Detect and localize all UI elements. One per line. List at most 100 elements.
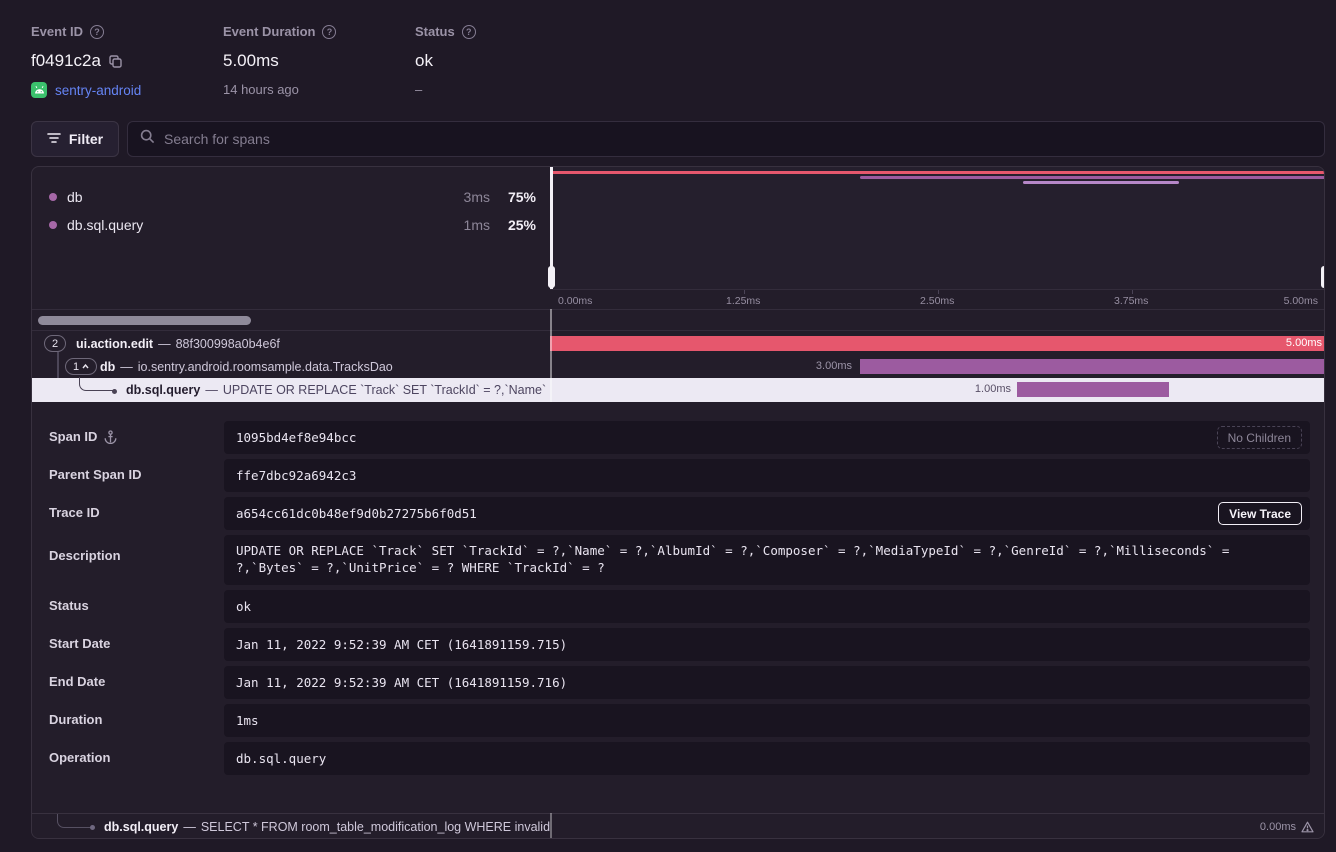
status-sub: – [415,82,476,97]
parent-span-id-label: Parent Span ID [49,467,141,482]
event-age: 14 hours ago [223,82,336,97]
span-search[interactable] [127,121,1325,157]
children-count-badge[interactable]: 2 [44,335,66,352]
event-duration-label: Event Duration [223,24,315,39]
status-field-label: Status [49,598,89,613]
end-date-label: End Date [49,674,105,689]
copy-icon[interactable] [109,55,122,68]
trace-id-field: a654cc61dc0b48ef9d0b27275b6f0d51 View Tr… [224,497,1310,530]
status-block: Status ? ok – [415,24,476,97]
minimap-right-handle[interactable] [1324,167,1326,289]
time-axis: 0.00ms 1.25ms 2.50ms 3.75ms 5.00ms [550,289,1325,309]
span-row-db-sql-query-select[interactable]: db.sql.query — SELECT * FROM room_table_… [32,813,1324,839]
filter-button[interactable]: Filter [31,121,119,157]
op-color-dot [49,221,57,229]
span-row-db-sql-query-selected[interactable]: db.sql.query — UPDATE OR REPLACE `Track`… [32,378,1324,402]
span-duration: 5.00ms [1286,336,1322,351]
minimap-span-ui-action-edit [550,171,1325,174]
op-name: db [67,189,83,205]
duration-field: 1ms [224,704,1310,737]
children-count-badge[interactable]: 1 [65,358,97,375]
span-row-db[interactable]: 1 db — io.sentry.android.roomsample.data… [32,355,1324,378]
event-id-value: f0491c2a [31,51,101,71]
span-op: ui.action.edit [76,337,153,351]
op-percent: 75% [500,189,536,205]
start-date-label: Start Date [49,636,110,651]
span-duration: 3.00ms [800,359,852,374]
tree-connector-dot [112,389,117,394]
op-name: db.sql.query [67,217,143,233]
warning-icon [1301,821,1314,833]
span-duration: 1.00ms [956,382,1011,397]
separator: — [158,337,171,351]
separator: — [183,820,196,834]
span-op: db [100,360,115,374]
project-link[interactable]: sentry-android [55,83,141,98]
span-bar-ui-action-edit[interactable]: 5.00ms [550,336,1325,351]
duration-value: 1ms [236,713,259,728]
search-input[interactable] [164,131,1312,147]
anchor-icon[interactable] [104,430,117,444]
span-desc: UPDATE OR REPLACE `Track` SET `TrackId` … [223,383,550,397]
parent-span-id-field: ffe7dbc92a6942c3 [224,459,1310,492]
op-breakdown-legend: db 3ms 75% db.sql.query 1ms 25% [32,167,550,309]
operation-field: db.sql.query [224,742,1310,775]
minimap-left-handle[interactable] [550,167,553,289]
trace-id-value: a654cc61dc0b48ef9d0b27275b6f0d51 [236,506,477,521]
tree-connector-dot [90,825,95,830]
window-guide-left [550,813,552,839]
axis-tick-label: 2.50ms [920,295,954,307]
description-field: UPDATE OR REPLACE `Track` SET `TrackId` … [224,535,1310,585]
span-bar-db-sql-query[interactable] [1017,382,1169,397]
help-icon[interactable]: ? [322,25,336,39]
op-duration: 3ms [456,189,490,205]
op-duration: 1ms [456,217,490,233]
legend-item-db[interactable]: db 3ms 75% [49,187,536,207]
filter-button-label: Filter [69,131,103,147]
span-desc: io.sentry.android.roomsample.data.Tracks… [138,360,393,374]
trace-id-label: Trace ID [49,505,100,520]
span-desc: 88f300998a0b4e6f [176,337,280,351]
tree-connector [57,814,91,828]
no-children-button: No Children [1217,426,1302,449]
start-date-field: Jan 11, 2022 9:52:39 AM CET (1641891159.… [224,628,1310,661]
axis-tick-label: 1.25ms [726,295,760,307]
status-field-value: ok [236,599,251,614]
event-id-block: Event ID ? f0491c2a sentry-android [31,24,141,98]
op-percent: 25% [500,217,536,233]
help-icon[interactable]: ? [90,25,104,39]
span-detail-panel: Span ID 1095bd4ef8e94bcc No Children Par… [32,402,1324,813]
span-tree: 2 ui.action.edit — 88f300998a0b4e6f 5.00… [32,332,1324,402]
start-date-value: Jan 11, 2022 9:52:39 AM CET (1641891159.… [236,637,567,652]
span-op: db.sql.query [126,383,200,397]
span-detail-page: Event ID ? f0491c2a sentry-android [0,0,1336,852]
parent-span-id-value: ffe7dbc92a6942c3 [236,468,356,483]
end-date-value: Jan 11, 2022 9:52:39 AM CET (1641891159.… [236,675,567,690]
filter-icon [47,131,61,147]
span-bar-db[interactable] [860,359,1325,374]
event-id-label: Event ID [31,24,83,39]
operation-label: Operation [49,750,110,765]
end-date-field: Jan 11, 2022 9:52:39 AM CET (1641891159.… [224,666,1310,699]
description-label: Description [49,548,121,563]
axis-tick-label: 5.00ms [1284,295,1318,307]
separator: — [205,383,218,397]
help-icon[interactable]: ? [462,25,476,39]
trace-minimap[interactable] [550,167,1325,289]
horizontal-scrollbar[interactable] [38,316,251,325]
trace-view: db 3ms 75% db.sql.query 1ms 25% 0.00ms 1… [31,166,1325,839]
android-project-icon [31,82,47,98]
span-row-ui-action-edit[interactable]: 2 ui.action.edit — 88f300998a0b4e6f 5.00… [32,332,1324,355]
legend-item-db-sql-query[interactable]: db.sql.query 1ms 25% [49,215,536,235]
event-duration-value: 5.00ms [223,51,279,71]
span-id-label: Span ID [49,429,97,444]
separator: — [120,360,133,374]
span-id-value: 1095bd4ef8e94bcc [236,430,356,445]
view-trace-button[interactable]: View Trace [1218,502,1302,525]
op-color-dot [49,193,57,201]
minimap-span-db-sql-query [1023,181,1178,184]
span-desc: SELECT * FROM room_table_modification_lo… [201,820,550,834]
tree-scrollbar-track [32,309,1324,331]
axis-tick-label: 3.75ms [1114,295,1148,307]
span-duration: 0.00ms [1260,821,1296,833]
